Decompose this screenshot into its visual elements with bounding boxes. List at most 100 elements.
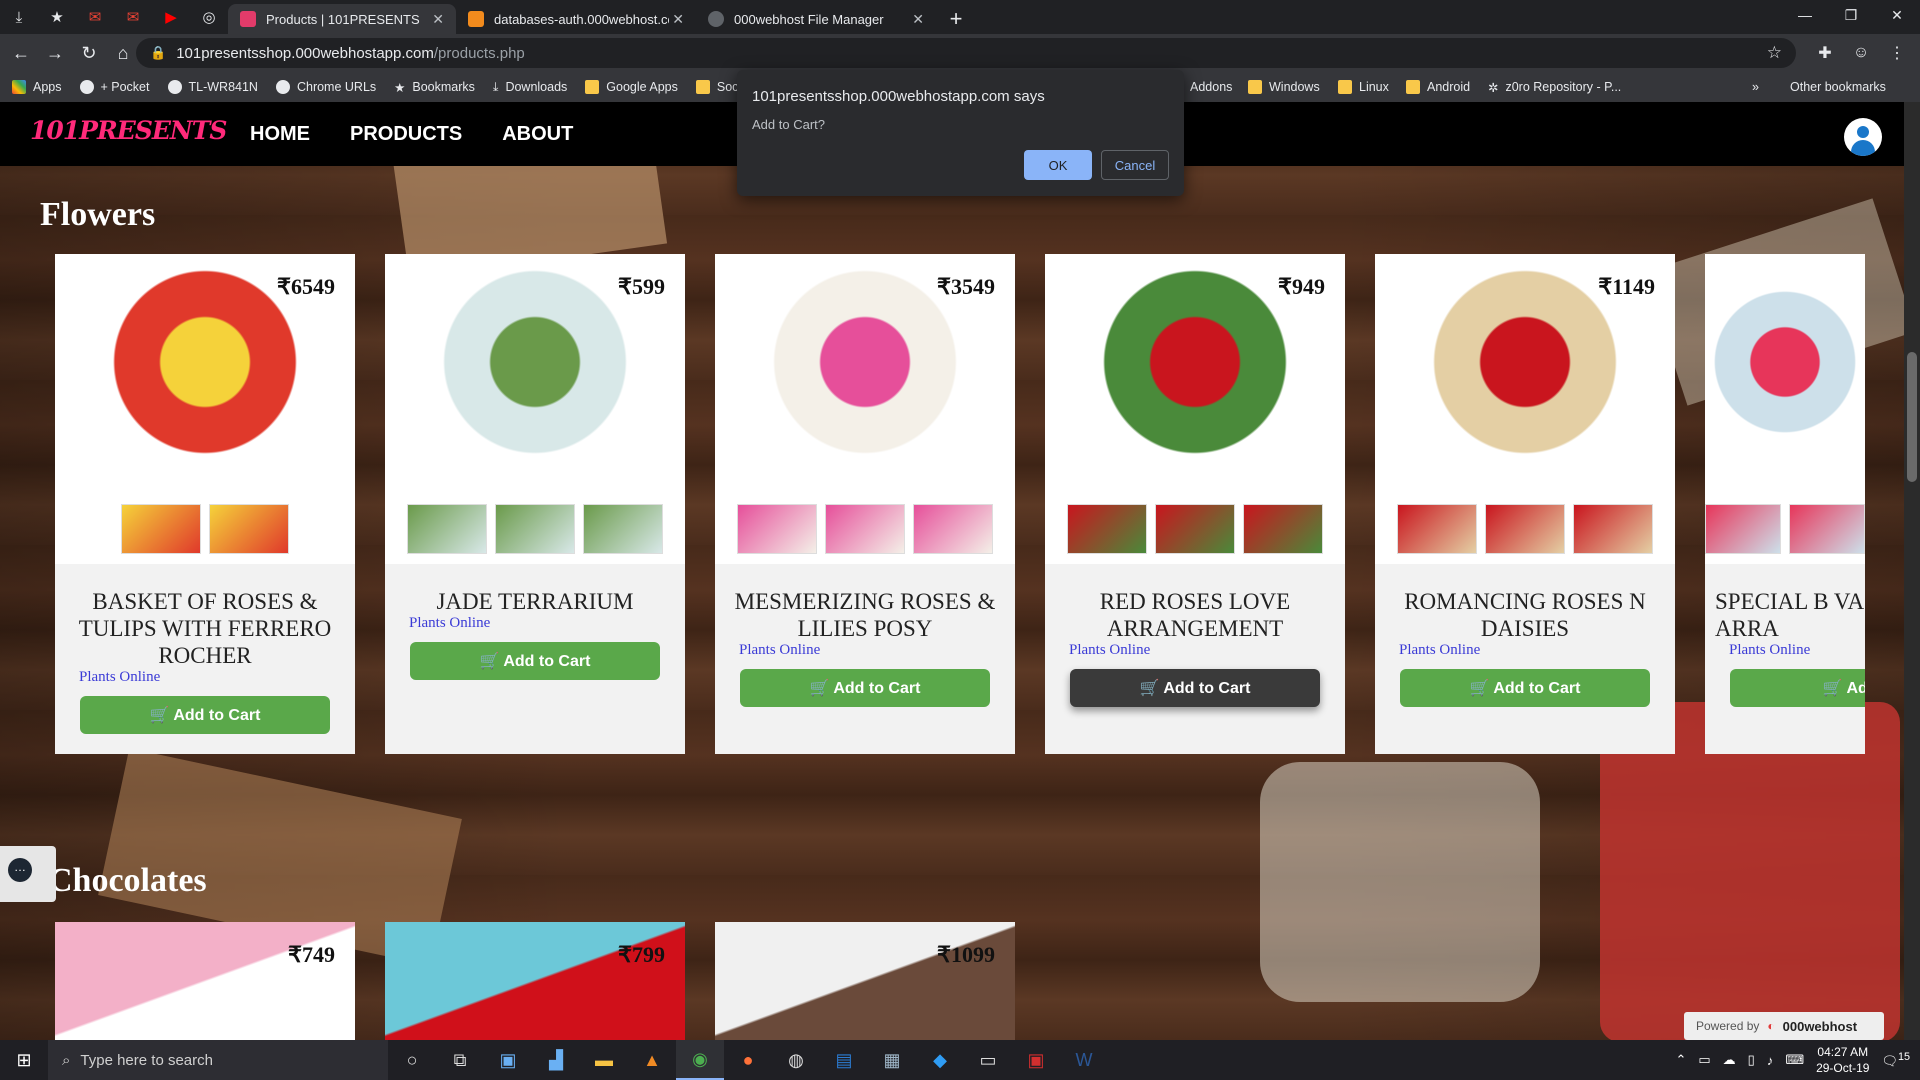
back-icon[interactable]: ← — [4, 36, 38, 70]
notification-icon[interactable]: 🗨15 — [1881, 1051, 1910, 1069]
product-image[interactable]: ₹949 — [1045, 254, 1345, 494]
bookmark-bookmarks[interactable]: ★ Bookmarks — [394, 80, 475, 95]
product-image[interactable] — [1705, 254, 1865, 494]
close-window-icon[interactable]: ✕ — [1874, 0, 1920, 30]
product-thumbnail[interactable] — [209, 504, 289, 554]
product-image[interactable]: ₹599 — [385, 254, 685, 494]
youtube-icon[interactable]: ▶ — [152, 0, 190, 34]
minimize-icon[interactable]: — — [1782, 0, 1828, 30]
product-image[interactable]: ₹1099 — [715, 922, 1015, 1040]
close-tab-icon[interactable]: ✕ — [912, 11, 924, 28]
bookmark-star-icon[interactable]: ☆ — [1767, 43, 1782, 63]
app-icon-2[interactable]: ▟ — [532, 1040, 580, 1080]
nav-home[interactable]: HOME — [250, 123, 310, 146]
nav-products[interactable]: PRODUCTS — [350, 123, 462, 146]
site-logo[interactable]: 101PRESENTS — [30, 116, 227, 145]
more-bookmarks-icon[interactable]: » — [1752, 80, 1759, 94]
tab-file-manager[interactable]: 000webhost File Manager ✕ — [696, 4, 936, 34]
bookmark-linux[interactable]: Linux — [1338, 80, 1389, 94]
add-to-cart-button[interactable]: 🛒 Add to Cart — [80, 696, 330, 734]
close-tab-icon[interactable]: ✕ — [432, 11, 444, 28]
speaker-icon[interactable]: ♪ — [1767, 1053, 1774, 1068]
chevron-up-icon[interactable]: ⌃ — [1675, 1052, 1686, 1068]
product-thumbnail[interactable] — [913, 504, 993, 554]
download-icon[interactable]: ⤓ — [0, 0, 38, 34]
vlc-icon[interactable]: ▲ — [628, 1040, 676, 1080]
bookmark-pocket[interactable]: + Pocket — [79, 80, 150, 94]
dialog-cancel-button[interactable]: Cancel — [1101, 150, 1169, 180]
chrome-taskbar-icon[interactable]: ◉ — [676, 1040, 724, 1080]
forward-icon[interactable]: → — [38, 36, 72, 70]
bookmark-windows[interactable]: Windows — [1248, 80, 1320, 94]
gmail-icon-2[interactable]: ✉ — [114, 0, 152, 34]
product-thumbnail[interactable] — [1155, 504, 1235, 554]
extensions-icon[interactable]: ✚ — [1810, 38, 1840, 68]
scrollbar-thumb[interactable] — [1907, 352, 1917, 482]
network-icon[interactable]: ▭ — [1698, 1052, 1710, 1068]
app-icon-4[interactable]: ▣ — [1012, 1040, 1060, 1080]
add-to-cart-button[interactable]: 🛒 Add to Cart — [740, 669, 990, 707]
tab-products[interactable]: Products | 101PRESENTS ✕ — [228, 4, 456, 34]
star-icon[interactable]: ★ — [38, 0, 76, 34]
product-thumbnail[interactable] — [583, 504, 663, 554]
taskbar-search-box[interactable]: ⌕ Type here to search — [48, 1040, 388, 1080]
task-view-icon[interactable]: ⧉ — [436, 1040, 484, 1080]
windows-start-icon[interactable]: ⊞ — [0, 1040, 48, 1080]
menu-icon[interactable]: ⋮ — [1882, 38, 1912, 68]
bookmark-android[interactable]: Android — [1406, 80, 1470, 94]
cloud-icon[interactable]: ☁ — [1723, 1052, 1736, 1068]
taskbar-clock[interactable]: 04:27 AM 29-Oct-19 — [1816, 1044, 1869, 1076]
battery-icon[interactable]: ▯ — [1748, 1052, 1755, 1068]
page-scrollbar[interactable] — [1904, 102, 1920, 1040]
product-image[interactable]: ₹799 — [385, 922, 685, 1040]
product-thumbnail[interactable] — [1485, 504, 1565, 554]
file-explorer-icon[interactable]: ▬ — [580, 1040, 628, 1080]
address-bar[interactable]: 🔒 101presentsshop.000webhostapp.com/prod… — [136, 38, 1796, 68]
restore-icon[interactable]: ❐ — [1828, 0, 1874, 30]
product-thumbnail[interactable] — [1067, 504, 1147, 554]
product-image[interactable]: ₹1149 — [1375, 254, 1675, 494]
product-thumbnail[interactable] — [1789, 504, 1865, 554]
bookmark-apps[interactable]: Apps — [12, 80, 62, 94]
user-account-icon[interactable] — [1844, 118, 1882, 156]
reload-icon[interactable]: ↻ — [72, 36, 106, 70]
product-image[interactable]: ₹749 — [55, 922, 355, 1040]
word-icon[interactable]: W — [1060, 1040, 1108, 1080]
vscode-icon[interactable]: ◆ — [916, 1040, 964, 1080]
terminal-icon[interactable]: ▭ — [964, 1040, 1012, 1080]
new-tab-button[interactable]: + — [936, 4, 976, 34]
product-thumbnail[interactable] — [1705, 504, 1781, 554]
add-to-cart-button[interactable]: 🛒 Add to Cart — [1400, 669, 1650, 707]
add-to-cart-button[interactable]: 🛒 Add to Cart — [410, 642, 660, 680]
bookmark-downloads[interactable]: ⤓ Downloads — [493, 80, 567, 95]
bookmark-z0ro[interactable]: ✲ z0ro Repository - P... — [1488, 80, 1621, 95]
product-thumbnail[interactable] — [121, 504, 201, 554]
firefox-icon[interactable]: ● — [724, 1040, 772, 1080]
bookmark-router[interactable]: TL-WR841N — [167, 80, 258, 94]
powered-by-badge[interactable]: Powered by ◐ 000webhost — [1684, 1012, 1884, 1040]
product-thumbnail[interactable] — [825, 504, 905, 554]
product-image[interactable]: ₹3549 — [715, 254, 1015, 494]
product-thumbnail[interactable] — [1573, 504, 1653, 554]
keyboard-icon[interactable]: ⌨ — [1785, 1052, 1804, 1068]
product-thumbnail[interactable] — [407, 504, 487, 554]
bookmark-addons[interactable]: Addons — [1190, 80, 1232, 94]
product-image[interactable]: ₹6549 — [55, 254, 355, 494]
product-thumbnail[interactable] — [737, 504, 817, 554]
add-to-cart-button[interactable]: 🛒 Add to Cart — [1070, 669, 1320, 707]
globe-icon[interactable]: ◎ — [190, 0, 228, 34]
product-thumbnail[interactable] — [1397, 504, 1477, 554]
app-icon-1[interactable]: ▣ — [484, 1040, 532, 1080]
profile-icon[interactable]: ☺ — [1846, 38, 1876, 68]
add-to-cart-button[interactable]: 🛒 Add t — [1730, 669, 1865, 707]
app-icon-3[interactable]: ▦ — [868, 1040, 916, 1080]
nav-about[interactable]: ABOUT — [502, 123, 573, 146]
product-thumbnail[interactable] — [495, 504, 575, 554]
product-thumbnail[interactable] — [1243, 504, 1323, 554]
bookmark-google-apps[interactable]: Google Apps — [585, 80, 678, 94]
chat-widget-button[interactable]: … — [0, 846, 56, 902]
dialog-ok-button[interactable]: OK — [1024, 150, 1092, 180]
cortana-icon[interactable]: ○ — [388, 1040, 436, 1080]
gmail-icon[interactable]: ✉ — [76, 0, 114, 34]
bookmark-other[interactable]: Other bookmarks — [1790, 80, 1886, 94]
